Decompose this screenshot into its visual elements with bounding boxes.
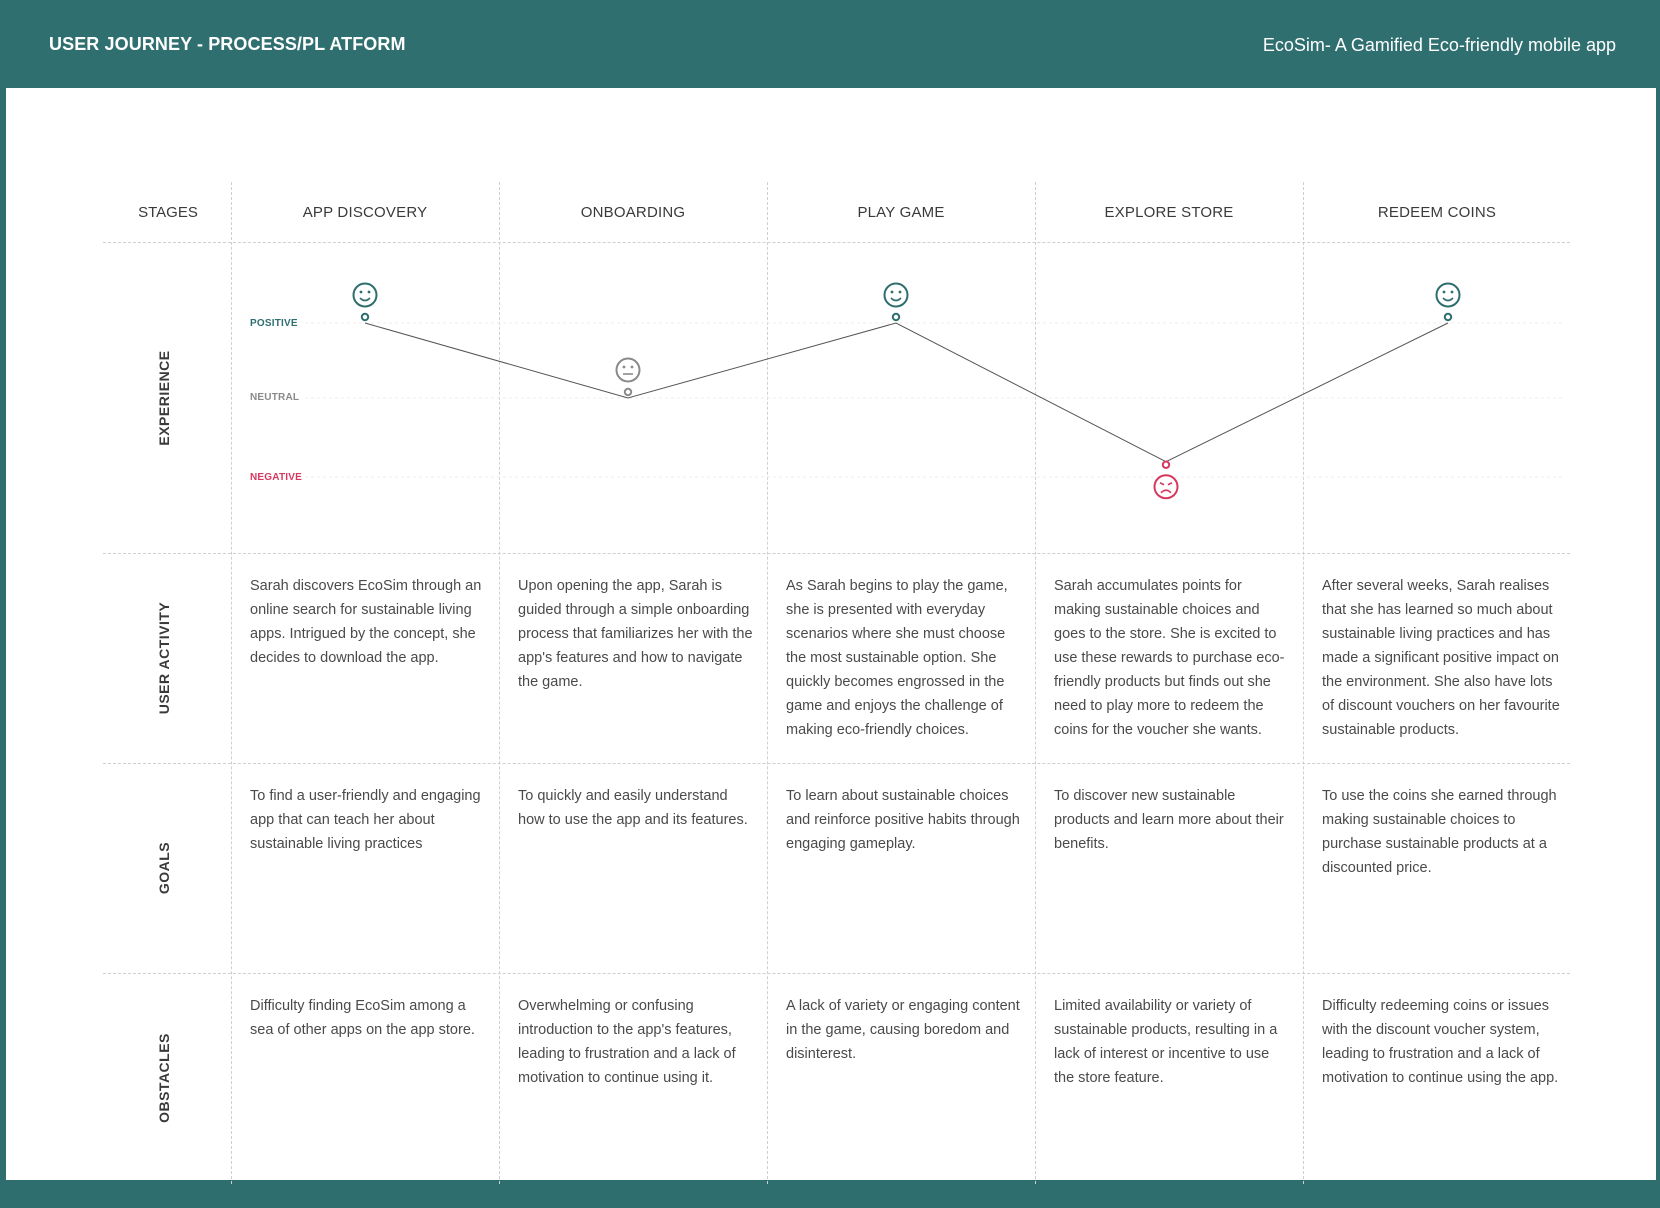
- obstacle-onboarding: Overwhelming or confusing introduction t…: [518, 998, 736, 1086]
- obstacle-app-discovery: Difficulty finding EcoSim among a sea of…: [250, 998, 475, 1038]
- user-activity-app-discovery: Sarah discovers EcoSim through an online…: [250, 578, 482, 666]
- happy-face-icon: [352, 282, 378, 308]
- obstacle-play-game: A lack of variety or engaging content in…: [786, 998, 1020, 1062]
- experience-point: [1161, 460, 1171, 469]
- user-activity-explore-store: Sarah accumulates points for making sust…: [1054, 578, 1285, 738]
- goal-explore-store: To discover new sustainable products and…: [1054, 788, 1284, 852]
- obstacle-explore-store: Limited availability or variety of susta…: [1054, 998, 1278, 1086]
- experience-line: [364, 322, 1449, 463]
- experience-point: [360, 312, 370, 322]
- experience-point: [623, 387, 633, 397]
- experience-point: [1443, 312, 1453, 322]
- experience-point: [891, 312, 901, 322]
- user-activity-redeem-coins: After several weeks, Sarah realises that…: [1322, 578, 1560, 738]
- user-activity-onboarding: Upon opening the app, Sarah is guided th…: [518, 578, 753, 690]
- happy-face-icon: [883, 282, 909, 308]
- user-activity-play-game: As Sarah begins to play the game, she is…: [786, 578, 1008, 738]
- sad-face-icon: [1153, 474, 1179, 500]
- goal-redeem-coins: To use the coins she earned through maki…: [1322, 788, 1557, 876]
- happy-face-icon: [1435, 282, 1461, 308]
- obstacle-redeem-coins: Difficulty redeeming coins or issues wit…: [1322, 998, 1559, 1086]
- goal-play-game: To learn about sustainable choices and r…: [786, 788, 1020, 852]
- goal-app-discovery: To find a user-friendly and engaging app…: [250, 788, 481, 852]
- goal-onboarding: To quickly and easily understand how to …: [518, 788, 748, 828]
- neutral-face-icon: [615, 357, 641, 383]
